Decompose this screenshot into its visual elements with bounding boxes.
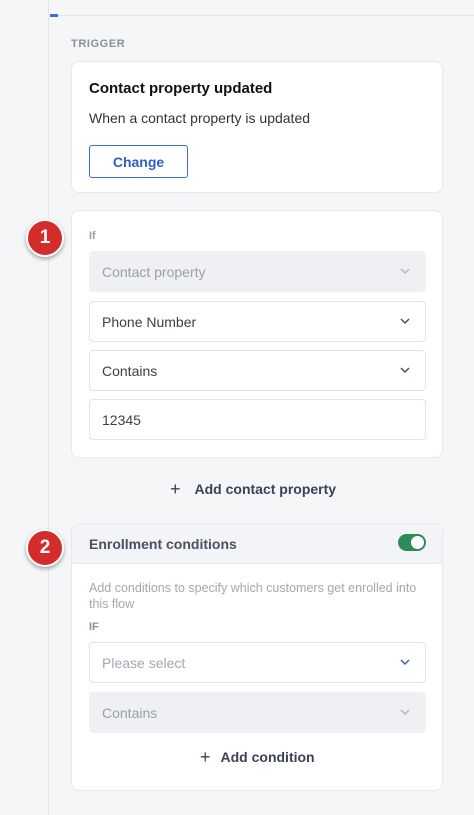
trigger-description: When a contact property is updated [89, 110, 311, 126]
operator-select-value: Contains [102, 362, 158, 379]
plus-icon: + [170, 479, 181, 499]
trigger-section-label: TRIGGER [71, 38, 126, 50]
condition-operator-select: Contains [89, 692, 426, 733]
add-contact-property-label: Add contact property [194, 481, 337, 497]
property-name-select-value: Phone Number [102, 313, 197, 330]
trigger-card: Contact property updated When a contact … [71, 61, 443, 193]
operator-select[interactable]: Contains [89, 350, 426, 391]
enrollment-title: Enrollment conditions [89, 536, 237, 552]
chevron-down-icon [399, 656, 411, 668]
add-condition-button[interactable]: + Add condition [200, 748, 315, 766]
value-input-text: 12345 [102, 411, 141, 428]
add-condition-label: Add condition [220, 749, 315, 765]
chevron-down-icon [399, 364, 411, 376]
value-input[interactable]: 12345 [89, 399, 426, 440]
enrollment-if-label: IF [89, 621, 99, 633]
add-contact-property-button[interactable]: + Add contact property [170, 480, 336, 498]
contact-property-select: Contact property [89, 251, 426, 292]
contact-property-select-value: Contact property [102, 263, 206, 280]
toggle-knob [411, 536, 424, 549]
if-condition-card: If Contact property Phone Number Contain… [71, 210, 443, 458]
if-label: If [89, 230, 96, 242]
enrollment-description: Add conditions to specify which customer… [89, 581, 417, 611]
plus-icon: + [200, 747, 211, 767]
enrollment-toggle[interactable] [398, 534, 426, 551]
property-name-select[interactable]: Phone Number [89, 301, 426, 342]
timeline-marker [50, 14, 58, 17]
callout-badge-2: 2 [26, 529, 64, 567]
chevron-down-icon [399, 315, 411, 327]
enrollment-header: Enrollment conditions [72, 524, 442, 564]
chevron-down-icon [399, 706, 411, 718]
timeline-rule [48, 0, 49, 815]
condition-select[interactable]: Please select [89, 642, 426, 683]
enrollment-conditions-card: Enrollment conditions Add conditions to … [71, 523, 443, 791]
change-trigger-button[interactable]: Change [89, 145, 188, 178]
callout-badge-1: 1 [26, 219, 64, 257]
divider [58, 15, 474, 16]
chevron-down-icon [399, 265, 411, 277]
trigger-title: Contact property updated [89, 80, 273, 97]
condition-select-placeholder: Please select [102, 654, 186, 671]
condition-operator-value: Contains [102, 704, 158, 721]
